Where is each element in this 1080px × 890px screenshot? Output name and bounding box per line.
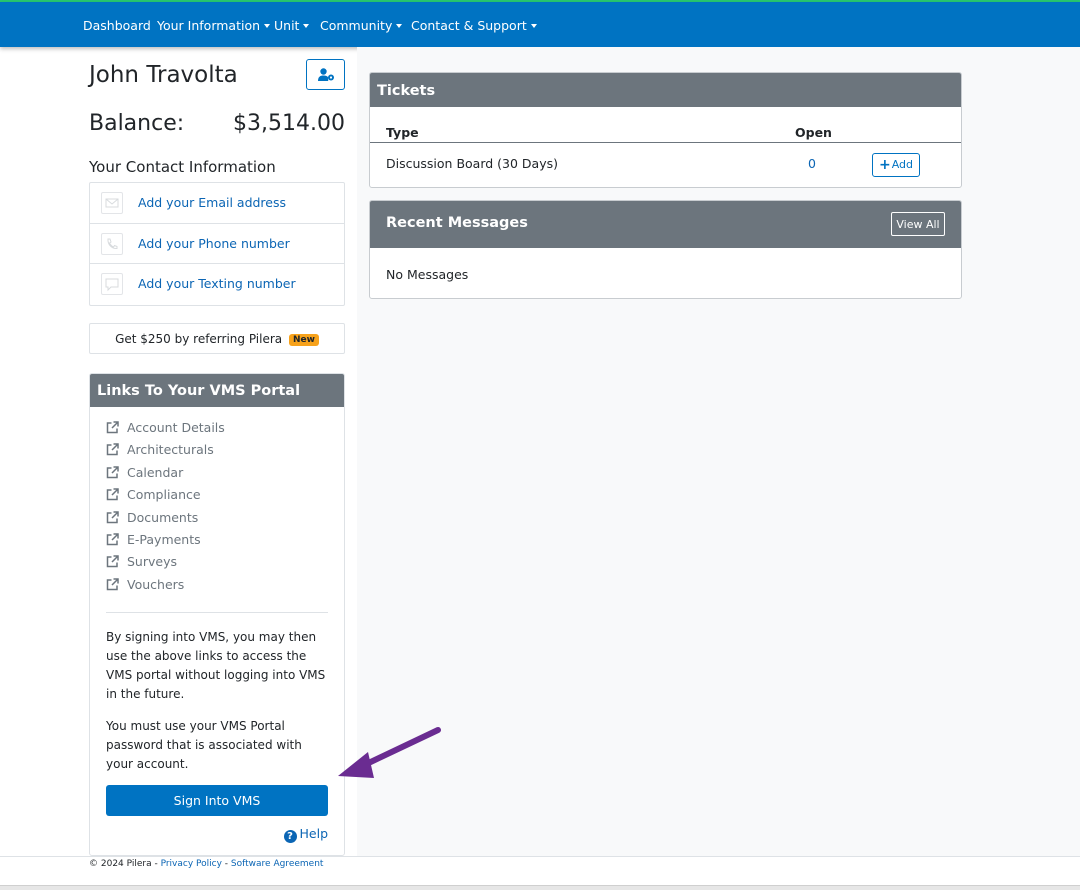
envelope-icon [101,192,123,214]
add-email-link[interactable]: Add your Email address [138,195,286,210]
vms-info-text: By signing into VMS, you may then use th… [106,630,326,701]
vms-link-e-payments[interactable]: E-Payments [106,532,225,554]
footer-copyright: © 2024 Pilera - [89,859,161,869]
vms-password-note: You must use your VMS Portal password th… [106,719,302,771]
contact-info-list: Add your Email address Add your Phone nu… [89,182,345,306]
help-link[interactable]: ? Help [283,826,328,843]
tickets-card-title: Tickets [370,73,961,107]
vms-divider [106,612,328,613]
plus-icon: + [878,157,891,173]
vms-link-vouchers[interactable]: Vouchers [106,577,225,599]
tickets-column-open: Open [795,125,832,140]
vms-card-title: Links To Your VMS Portal [90,374,344,407]
footer-divider [0,856,1080,857]
external-link-icon [106,443,119,456]
external-link-icon [106,510,119,523]
tickets-column-type: Type [386,125,419,140]
tickets-card: Tickets Type Open Discussion Board (30 D… [369,72,962,188]
recent-messages-title: Recent Messages [386,215,528,231]
contact-item-texting[interactable]: Add your Texting number [90,264,344,305]
footer: © 2024 Pilera - Privacy Policy - Softwar… [89,859,323,869]
contact-item-email[interactable]: Add your Email address [90,183,344,224]
vms-link-calendar[interactable]: Calendar [106,465,225,487]
footer-separator: - [221,859,231,869]
new-badge: New [288,334,319,346]
tickets-header-divider [370,142,961,143]
contact-info-heading: Your Contact Information [89,158,276,176]
annotation-arrow-icon [338,727,441,778]
vms-link-documents[interactable]: Documents [106,510,225,532]
recent-messages-header: Recent Messages View All [370,201,961,248]
contact-item-phone[interactable]: Add your Phone number [90,224,344,264]
add-texting-link[interactable]: Add your Texting number [138,276,296,291]
user-name: John Travolta [89,62,238,88]
nav-community[interactable]: Community [320,18,403,33]
vms-link-account-details[interactable]: Account Details [106,420,225,442]
external-link-icon [106,555,119,568]
external-link-icon [106,488,119,501]
add-ticket-button[interactable]: +Add [872,153,920,177]
external-link-icon [106,421,119,434]
referral-banner[interactable]: Get $250 by referring Pilera New [89,323,345,354]
chevron-down-icon [303,24,310,28]
chevron-down-icon [264,24,271,28]
balance-value: $3,514.00 [233,111,345,136]
chevron-down-icon [396,24,403,28]
profile-settings-button[interactable] [306,59,345,90]
no-messages-text: No Messages [386,267,469,282]
vms-link-surveys[interactable]: Surveys [106,554,225,576]
add-phone-link[interactable]: Add your Phone number [138,236,290,251]
software-agreement-link[interactable]: Software Agreement [231,859,324,869]
question-circle-icon: ? [283,830,297,843]
privacy-policy-link[interactable]: Privacy Policy [161,859,222,869]
vms-link-architecturals[interactable]: Architecturals [106,442,225,464]
user-gear-icon [318,68,334,81]
recent-messages-card: Recent Messages View All No Messages [369,200,962,299]
sign-into-vms-button[interactable]: Sign Into VMS [106,785,328,816]
referral-text: Get $250 by referring Pilera [115,332,283,346]
vms-link-compliance[interactable]: Compliance [106,487,225,509]
vms-links-card: Links To Your VMS Portal Account Details… [89,373,345,856]
phone-icon [101,232,123,255]
vms-links-list: Account Details Architecturals Calendar … [106,420,225,599]
external-link-icon [106,577,119,590]
message-icon [101,273,123,295]
balance-label: Balance: [89,111,185,136]
external-link-icon [106,466,119,479]
top-navbar: Dashboard Your Information Unit Communit… [0,2,1080,47]
window-bottom-bar [0,885,1080,890]
nav-your-information[interactable]: Your Information [157,18,271,33]
nav-dashboard[interactable]: Dashboard [83,18,151,33]
nav-contact-support[interactable]: Contact & Support [411,18,537,33]
nav-unit[interactable]: Unit [274,18,310,33]
chevron-down-icon [530,24,537,28]
ticket-row-open-count[interactable]: 0 [808,156,816,171]
ticket-row-type: Discussion Board (30 Days) [386,156,558,171]
view-all-messages-button[interactable]: View All [891,212,945,236]
external-link-icon [106,533,119,546]
